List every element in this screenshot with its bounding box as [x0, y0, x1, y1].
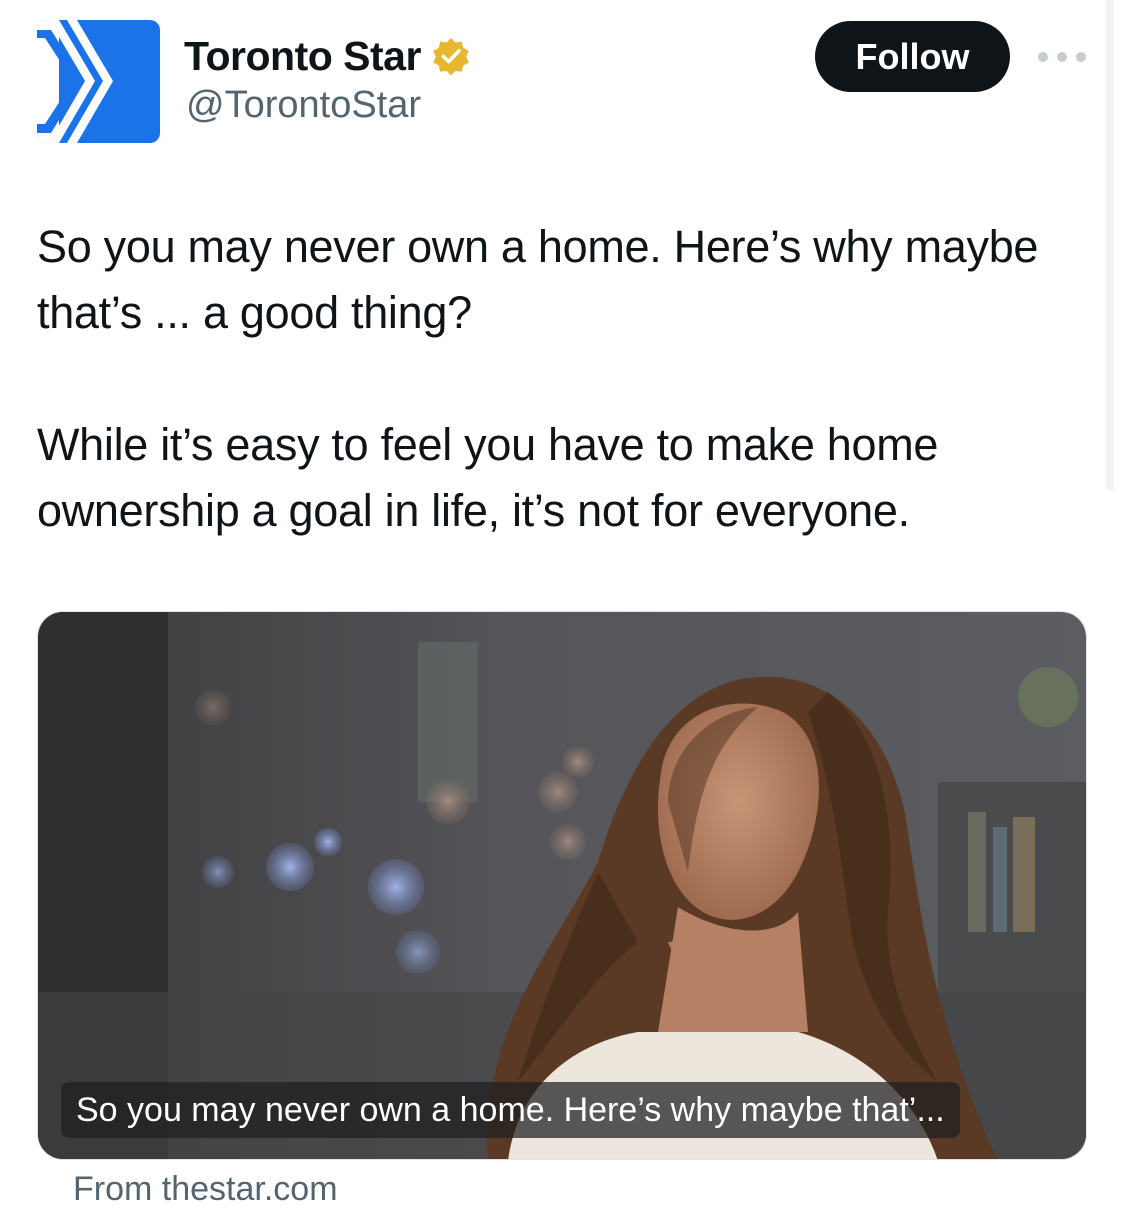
display-name[interactable]: Toronto Star: [184, 33, 421, 80]
avatar[interactable]: [37, 20, 160, 143]
more-dot: [1057, 52, 1067, 62]
tweet-text: So you may never own a home. Here’s why …: [37, 214, 1087, 544]
toronto-star-logo-icon: [37, 20, 160, 143]
card-title: So you may never own a home. Here’s why …: [61, 1082, 960, 1138]
follow-button[interactable]: Follow: [815, 21, 1010, 92]
more-dot: [1038, 52, 1048, 62]
more-horizontal-icon[interactable]: [1038, 46, 1086, 68]
scrollbar-track[interactable]: [1106, 0, 1114, 490]
verified-badge-icon: [431, 36, 471, 76]
account-name-row: Toronto Star: [184, 30, 471, 82]
link-card[interactable]: So you may never own a home. Here’s why …: [37, 611, 1087, 1160]
tweet-paragraph: So you may never own a home. Here’s why …: [37, 221, 1039, 338]
account-handle[interactable]: @TorontoStar: [186, 84, 421, 127]
tweet-paragraph: While it’s easy to feel you have to make…: [37, 419, 939, 536]
card-source[interactable]: From thestar.com: [73, 1170, 338, 1209]
more-dot: [1076, 52, 1086, 62]
card-image: [38, 612, 1086, 1159]
